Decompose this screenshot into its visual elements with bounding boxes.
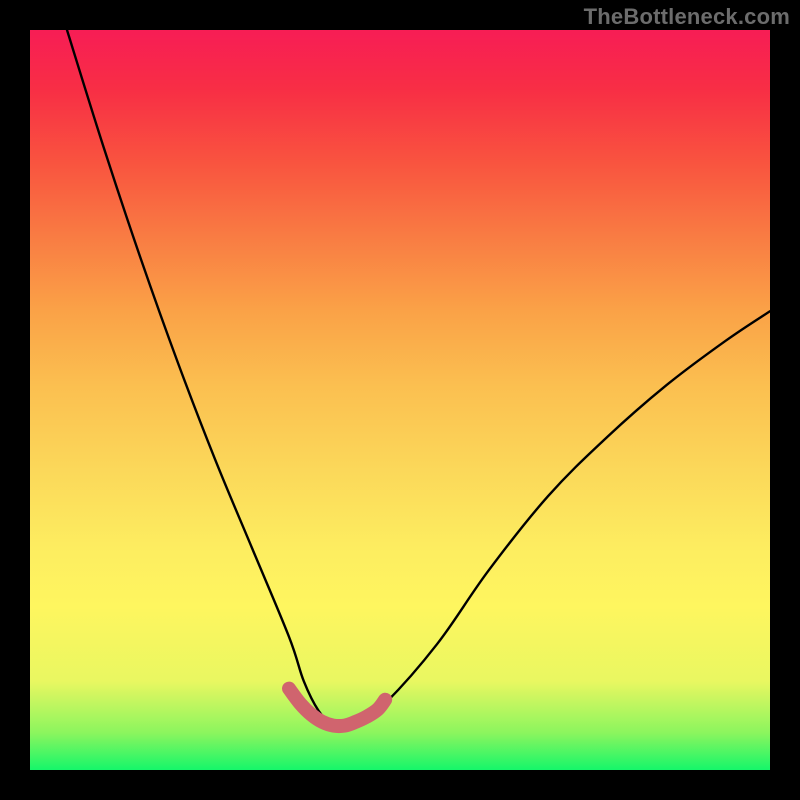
chart-stage: TheBottleneck.com — [0, 0, 800, 800]
main-curve — [67, 30, 770, 727]
watermark-text: TheBottleneck.com — [584, 4, 790, 30]
plot-area — [30, 30, 770, 770]
bottom-highlight — [289, 689, 385, 726]
curve-layer — [30, 30, 770, 770]
